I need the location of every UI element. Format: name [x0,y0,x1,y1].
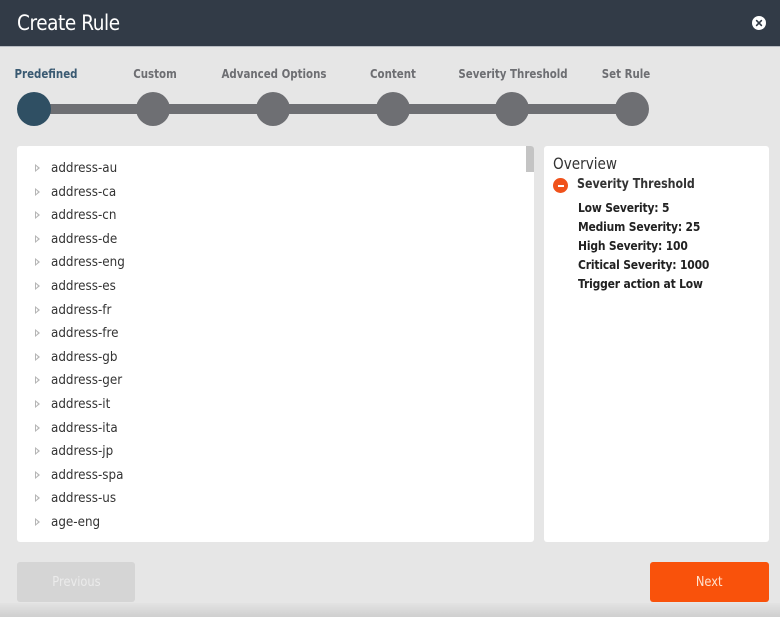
expand-arrow-icon[interactable] [35,352,40,361]
list-item[interactable]: address-eng [17,251,517,274]
high-severity-value: High Severity: 100 [578,238,688,253]
next-button[interactable]: Next [650,562,769,602]
expand-arrow-icon[interactable] [35,211,40,220]
list-item-label: address-ger [51,373,123,389]
dialog-header: Create Rule [0,0,780,47]
expand-arrow-icon[interactable] [35,470,40,479]
dialog-title: Create Rule [17,11,120,35]
list-item-label: address-au [51,161,118,176]
list-item-label: address-it [51,397,111,412]
list-item-label: address-us [51,491,117,507]
step-dot-custom[interactable] [136,92,170,126]
expand-arrow-icon[interactable] [35,234,40,243]
step-label-predefined[interactable]: Predefined [15,66,78,81]
step-label-custom[interactable]: Custom [133,66,177,81]
list-item[interactable]: age-eng [17,511,517,534]
list-item-label: address-spa [51,467,124,483]
list-item[interactable]: address-fr [17,299,517,322]
overview-section-title: Severity Threshold [577,177,695,192]
list-item[interactable]: address-it [17,393,517,416]
list-item[interactable]: address-ger [17,369,517,392]
list-item[interactable]: address-jp [17,440,517,463]
step-dot-predefined[interactable] [17,92,51,126]
step-dot-advanced-options[interactable] [256,92,290,126]
list-item[interactable]: address-gb [17,346,517,369]
expand-arrow-icon[interactable] [35,494,40,503]
list-scrollbar[interactable] [526,146,534,172]
expand-arrow-icon[interactable] [35,518,40,526]
list-item-label: address-es [51,279,116,294]
trigger-action-value: Trigger action at Low [578,276,703,291]
stepper-track [34,104,632,114]
minus-icon [557,184,564,187]
expand-arrow-icon[interactable] [35,305,40,314]
step-label-severity-threshold[interactable]: Severity Threshold [458,66,567,81]
list-item-label: address-ca [51,184,117,200]
step-dot-set-rule[interactable] [615,92,649,126]
close-button[interactable] [752,16,766,30]
expand-arrow-icon[interactable] [35,282,40,290]
list-item[interactable]: address-ca [17,181,517,204]
list-item-label: address-fre [51,326,119,342]
list-item-label: address-gb [51,349,118,365]
list-item[interactable]: address-de [17,228,517,251]
previous-button[interactable]: Previous [17,562,135,602]
expand-arrow-icon[interactable] [35,258,40,267]
expand-arrow-icon[interactable] [35,164,40,172]
step-label-set-rule[interactable]: Set Rule [602,66,650,81]
step-label-advanced-options[interactable]: Advanced Options [221,66,326,81]
list-item[interactable]: address-ita [17,417,517,440]
step-label-content[interactable]: Content [370,66,416,81]
expand-arrow-icon[interactable] [35,187,40,196]
list-item[interactable]: address-au [17,157,517,180]
list-item-label: address-cn [51,208,117,224]
expand-arrow-icon[interactable] [35,329,40,338]
list-item-label: address-de [51,231,118,247]
list-item[interactable]: address-us [17,487,517,510]
predefined-rule-list: address-au address-ca address-cn address-de… [17,146,534,542]
step-dot-content[interactable] [376,92,410,126]
expand-arrow-icon[interactable] [35,400,40,408]
list-item[interactable]: address-es [17,275,517,298]
collapse-section-button[interactable] [553,178,568,193]
list-item-label: address-eng [51,255,125,271]
medium-severity-value: Medium Severity: 25 [578,219,701,234]
low-severity-value: Low Severity: 5 [578,200,670,215]
expand-arrow-icon[interactable] [35,423,40,432]
previous-button-label: Previous [51,574,101,590]
overview-panel: Overview Severity Threshold Low Severity… [544,146,769,542]
wizard-stepper: Predefined Custom Advanced Options Conte… [0,47,780,137]
list-item-label: age-eng [51,515,101,530]
list-item-label: address-fr [51,302,112,318]
overview-title: Overview [553,154,618,173]
list-item[interactable]: address-cn [17,204,517,227]
next-button-label: Next [696,574,723,590]
list-item-label: address-jp [51,444,114,460]
expand-arrow-icon[interactable] [35,447,40,456]
close-icon [755,19,763,27]
expand-arrow-icon[interactable] [35,376,40,385]
list-item-label: address-ita [51,420,118,436]
critical-severity-value: Critical Severity: 1000 [578,257,710,272]
step-dot-severity-threshold[interactable] [495,92,529,126]
list-item[interactable]: address-spa [17,464,517,487]
list-item[interactable]: address-fre [17,322,517,345]
footer-shade [0,603,780,617]
